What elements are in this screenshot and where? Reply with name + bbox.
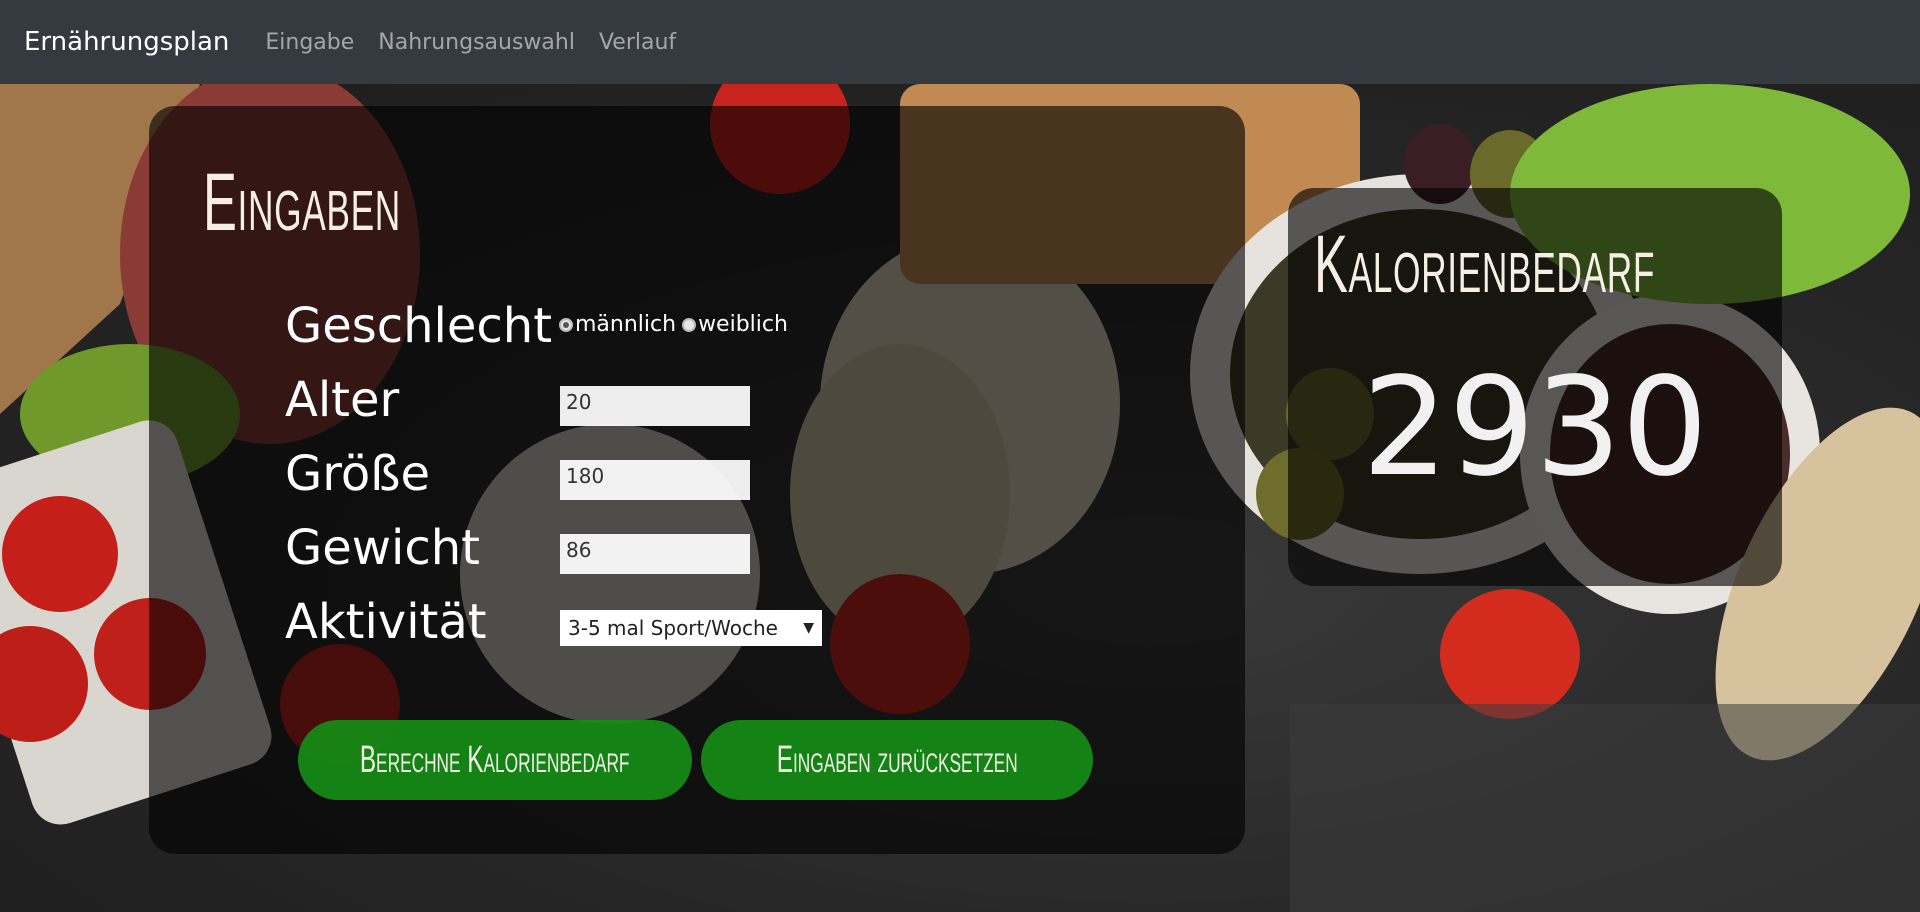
nav-link-verlauf[interactable]: Verlauf (599, 30, 676, 55)
activity-select-value: 3-5 mal Sport/Woche (568, 616, 778, 640)
weight-input[interactable]: 86 (560, 534, 750, 574)
calculate-button-label: Berechne Kalorienbedarf (360, 738, 630, 781)
reset-button[interactable]: Eingaben zurücksetzen (701, 720, 1093, 800)
result-panel-title: Kalorienbedarf (1314, 219, 1656, 310)
dropdown-arrow-icon: ▼ (803, 620, 814, 636)
input-panel-title: Eingaben (203, 157, 401, 248)
activity-select[interactable]: 3-5 mal Sport/Woche ▼ (560, 610, 822, 646)
result-panel: Kalorienbedarf 2930 (1288, 188, 1782, 586)
gender-radio-group: männlich weiblich (559, 312, 788, 337)
calorie-result-value: 2930 (1361, 349, 1709, 507)
height-input[interactable]: 180 (560, 460, 750, 500)
nav-link-nahrungsauswahl[interactable]: Nahrungsauswahl (378, 30, 575, 55)
radio-maennlich-label[interactable]: männlich (575, 312, 676, 337)
radio-weiblich[interactable] (682, 317, 697, 332)
height-label: Größe (285, 446, 431, 502)
nav-link-eingabe[interactable]: Eingabe (265, 30, 354, 55)
gender-label: Geschlecht (285, 298, 553, 354)
reset-button-label: Eingaben zurücksetzen (776, 738, 1018, 781)
activity-label: Aktivität (285, 594, 487, 650)
weight-label: Gewicht (285, 520, 480, 576)
age-input[interactable]: 20 (560, 386, 750, 426)
brand-link[interactable]: Ernährungsplan (24, 27, 229, 57)
calculate-button[interactable]: Berechne Kalorienbedarf (298, 720, 692, 800)
radio-maennlich[interactable] (559, 317, 573, 332)
age-label: Alter (285, 372, 400, 428)
input-panel: Eingaben Geschlecht männlich weiblich Al… (149, 106, 1245, 854)
top-navbar: Ernährungsplan Eingabe Nahrungsauswahl V… (0, 0, 1920, 84)
radio-weiblich-label[interactable]: weiblich (698, 312, 788, 337)
